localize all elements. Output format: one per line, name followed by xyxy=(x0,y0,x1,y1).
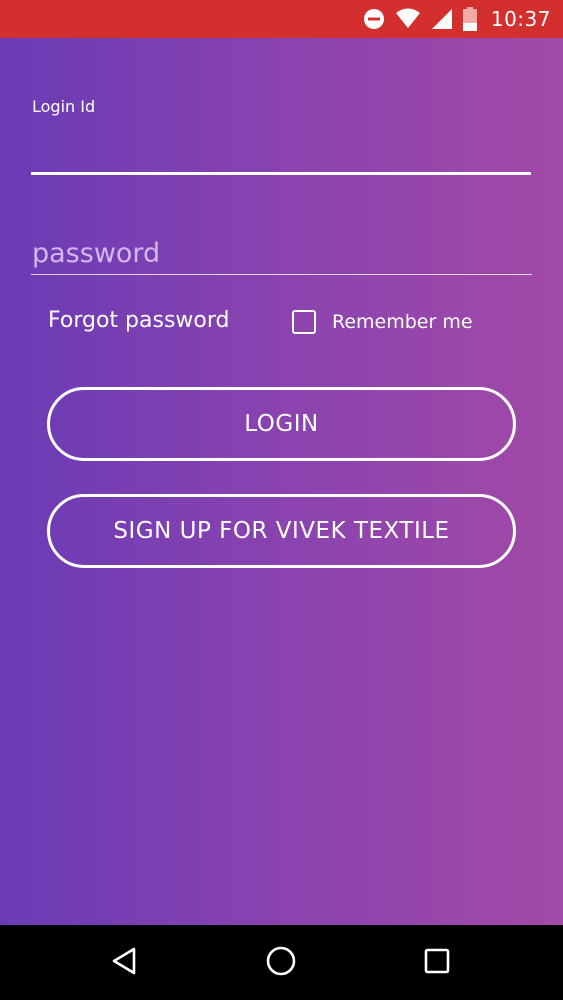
recents-button[interactable] xyxy=(402,925,472,1000)
signup-button[interactable]: SIGN UP FOR VIVEK TEXTILE xyxy=(47,494,516,568)
home-icon xyxy=(265,945,297,981)
forgot-password-link[interactable]: Forgot password xyxy=(48,308,229,333)
status-clock: 10:37 xyxy=(490,7,551,31)
password-input[interactable] xyxy=(31,232,532,275)
login-button[interactable]: LOGIN xyxy=(47,387,516,461)
home-button[interactable] xyxy=(246,925,316,1000)
navigation-bar xyxy=(0,925,563,1000)
wifi-icon xyxy=(395,8,421,30)
recents-icon xyxy=(423,947,451,979)
signal-icon xyxy=(431,8,453,30)
remember-me-label: Remember me xyxy=(332,311,473,333)
login-id-input[interactable] xyxy=(31,134,531,175)
back-button[interactable] xyxy=(90,925,160,1000)
app-screen: 10:37 Login Id Forgot password Remember … xyxy=(0,0,563,1000)
login-id-label: Login Id xyxy=(32,97,96,116)
back-icon xyxy=(110,946,140,980)
status-icons: 10:37 xyxy=(363,0,551,38)
remember-me-checkbox[interactable] xyxy=(292,310,316,334)
status-bar: 10:37 xyxy=(0,0,563,38)
remember-me-row[interactable]: Remember me xyxy=(292,310,473,334)
do-not-disturb-icon xyxy=(363,8,385,30)
battery-icon xyxy=(462,7,477,31)
login-form: Login Id Forgot password Remember me LOG… xyxy=(0,38,563,925)
